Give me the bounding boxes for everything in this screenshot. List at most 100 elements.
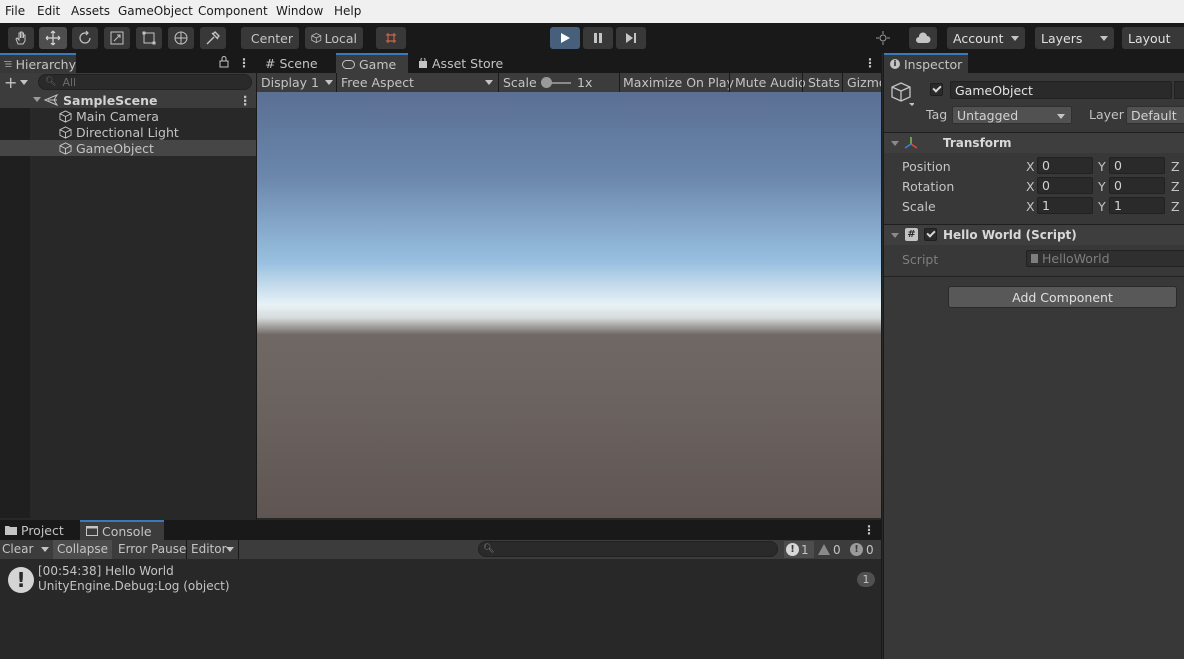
menu-window[interactable]: Window — [276, 4, 323, 18]
menu-help[interactable]: Help — [334, 4, 361, 18]
inspector-panel: i Inspector GameObject Tag Untagged Laye… — [883, 53, 1184, 659]
console-log-entry[interactable]: ! [00:54:38] Hello World UnityEngine.Deb… — [0, 563, 881, 597]
kebab-menu-icon[interactable]: ⋮ — [239, 93, 252, 108]
gizmos-button[interactable]: Gizmo — [847, 75, 881, 90]
csharp-script-icon: # — [905, 228, 918, 241]
layer-dropdown[interactable]: Default — [1126, 106, 1184, 124]
maximize-on-play-button[interactable]: Maximize On Play — [623, 75, 734, 90]
menu-edit[interactable]: Edit — [37, 4, 60, 18]
chevron-down-icon[interactable] — [41, 547, 49, 552]
position-x-field[interactable]: 0 — [1037, 157, 1093, 174]
rect-tool-icon[interactable] — [136, 27, 162, 49]
tab-hierarchy[interactable]: Hierarchy — [0, 53, 76, 73]
play-button[interactable] — [550, 27, 580, 49]
axis-z-label: Z — [1171, 179, 1180, 194]
chevron-down-icon[interactable] — [20, 80, 28, 85]
scene-row[interactable]: SampleScene ⋮ — [0, 92, 256, 108]
hierarchy-item-directional-light[interactable]: Directional Light — [0, 124, 256, 140]
kebab-menu-icon[interactable]: ⋮ — [238, 56, 250, 70]
scale-slider-handle[interactable] — [541, 77, 552, 88]
hierarchy-item-gameobject[interactable]: GameObject — [0, 140, 256, 156]
lock-icon[interactable] — [219, 56, 229, 71]
kebab-menu-icon[interactable]: ⋮ — [864, 56, 876, 70]
gamepad-icon — [342, 59, 355, 69]
collapse-toggle[interactable]: Collapse — [53, 540, 112, 559]
script-component-header[interactable]: # Hello World (Script) — [884, 224, 1184, 245]
mute-audio-button[interactable]: Mute Audio — [735, 75, 806, 90]
chevron-down-icon[interactable] — [485, 80, 493, 85]
game-viewport[interactable] — [257, 92, 881, 518]
pivot-toggle-button[interactable]: Center — [241, 27, 299, 49]
static-checkbox[interactable] — [1174, 81, 1184, 99]
tab-game[interactable]: Game — [336, 53, 408, 73]
scale-tool-icon[interactable] — [104, 27, 130, 49]
scale-y-field[interactable]: 1 — [1109, 197, 1165, 214]
script-enabled-checkbox[interactable] — [924, 228, 937, 241]
search-icon: 🔍︎ — [45, 77, 57, 87]
rotation-y-field[interactable]: 0 — [1109, 177, 1165, 194]
error-pause-toggle[interactable]: Error Pause — [118, 542, 186, 556]
tab-project-label: Project — [21, 522, 64, 538]
layout-dropdown[interactable]: Layout — [1122, 27, 1184, 49]
add-icon[interactable]: + — [4, 73, 17, 92]
editor-dropdown[interactable]: Editor — [191, 542, 227, 556]
layer-label: Layer — [1089, 107, 1124, 122]
rotation-x-field[interactable]: 0 — [1037, 177, 1093, 194]
field-value: 0 — [1042, 158, 1050, 173]
services-icon[interactable] — [870, 27, 896, 49]
layer-value: Default — [1131, 107, 1177, 123]
transform-header[interactable]: Transform — [884, 132, 1184, 153]
hand-tool-icon[interactable] — [8, 27, 34, 49]
chevron-down-icon[interactable] — [325, 80, 333, 85]
active-checkbox[interactable] — [930, 83, 943, 96]
console-search-input[interactable]: 🔍︎ — [478, 541, 778, 557]
move-tool-icon[interactable] — [39, 27, 67, 49]
menu-component[interactable]: Component — [198, 4, 268, 18]
foldout-arrow-icon[interactable] — [891, 141, 899, 146]
inspector-tab-label: Inspector — [904, 56, 963, 72]
menu-file[interactable]: File — [5, 4, 25, 18]
log-count-toggle[interactable]: ! 1 — [784, 541, 814, 558]
divider — [336, 73, 337, 92]
position-y-field[interactable]: 0 — [1109, 157, 1165, 174]
clear-button[interactable]: Clear — [2, 542, 33, 556]
warning-count-toggle[interactable]: 0 — [816, 541, 844, 558]
layers-dropdown[interactable]: Layers — [1035, 27, 1114, 49]
space-toggle-button[interactable]: Local — [305, 27, 363, 49]
aspect-dropdown[interactable]: Free Aspect — [341, 75, 414, 90]
add-component-button[interactable]: Add Component — [948, 286, 1177, 308]
menu-assets[interactable]: Assets — [71, 4, 110, 18]
hierarchy-tab-label: Hierarchy — [15, 56, 76, 72]
tag-dropdown[interactable]: Untagged — [952, 106, 1072, 124]
script-object-field[interactable]: HelloWorld — [1026, 250, 1184, 267]
step-button[interactable] — [616, 27, 646, 49]
grid-snap-icon[interactable] — [376, 27, 406, 49]
tab-asset-store[interactable]: Asset Store — [412, 53, 512, 73]
stats-button[interactable]: Stats — [808, 75, 840, 90]
transform-tool-icon[interactable] — [168, 27, 194, 49]
hierarchy-toolbar: + 🔍︎ All — [0, 73, 256, 92]
tab-project[interactable]: Project — [0, 520, 78, 540]
cube-icon — [311, 33, 322, 43]
tab-inspector[interactable]: i Inspector — [884, 53, 968, 73]
foldout-arrow-icon[interactable] — [891, 233, 899, 238]
custom-tool-icon[interactable] — [200, 27, 226, 49]
hierarchy-item-main-camera[interactable]: Main Camera — [0, 108, 256, 124]
warning-count: 0 — [833, 542, 841, 557]
pause-button[interactable] — [583, 27, 613, 49]
object-name-field[interactable]: GameObject — [950, 81, 1172, 99]
hierarchy-search-input[interactable]: 🔍︎ All — [38, 74, 252, 90]
kebab-menu-icon[interactable]: ⋮ — [863, 523, 875, 537]
expand-arrow-icon[interactable] — [33, 97, 41, 102]
account-dropdown[interactable]: Account — [947, 27, 1025, 49]
tab-scene[interactable]: # Scene — [259, 53, 335, 73]
divider — [619, 73, 620, 92]
scale-x-field[interactable]: 1 — [1037, 197, 1093, 214]
rotate-tool-icon[interactable] — [72, 27, 98, 49]
display-dropdown[interactable]: Display 1 — [261, 75, 319, 90]
tab-console[interactable]: Console — [80, 520, 164, 540]
menu-gameobject[interactable]: GameObject — [118, 4, 193, 18]
error-count-toggle[interactable]: ! 0 — [848, 541, 878, 558]
divider — [881, 53, 882, 659]
cloud-icon[interactable] — [909, 27, 937, 49]
